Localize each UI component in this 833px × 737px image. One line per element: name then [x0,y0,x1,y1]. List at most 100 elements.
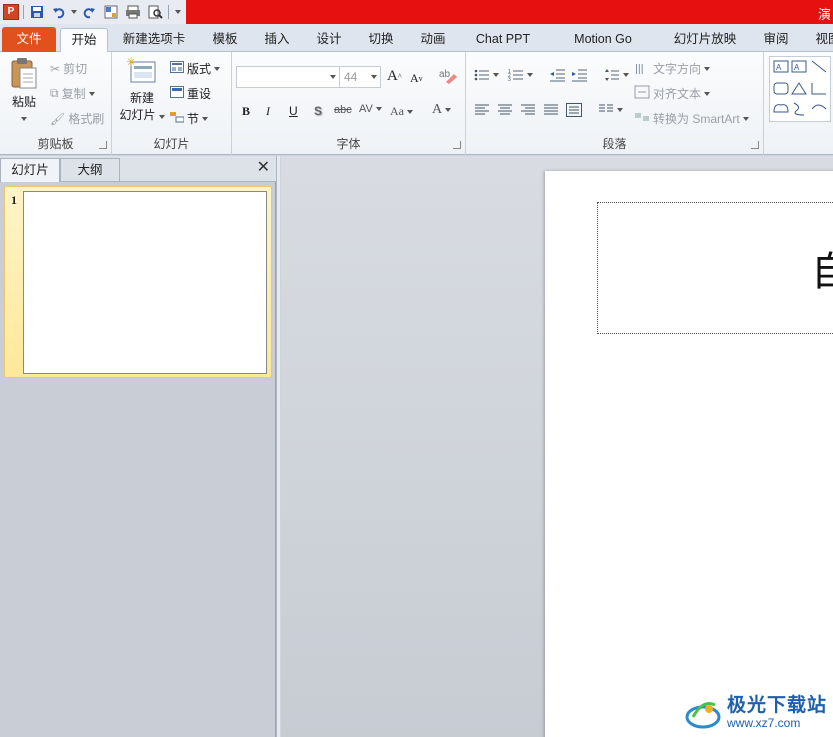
pane-tabs: 幻灯片 大纲 ✕ [0,156,276,182]
tab-chat-ppt[interactable]: Chat PPT [470,28,536,52]
scissors-icon: ✂ [50,61,61,76]
section-button[interactable]: 节 [170,110,209,127]
numbering-button[interactable]: 123 [508,68,533,82]
grow-font-button[interactable]: A ^ [387,68,402,85]
convert-smartart-button[interactable]: 转换为 SmartArt [634,110,749,127]
undo-dropdown-icon[interactable] [68,3,77,21]
bold-button[interactable]: B [242,104,250,119]
paste-button[interactable]: 粘贴 [6,56,42,121]
tab-new-tab[interactable]: 新建选项卡 [116,28,192,52]
align-center-icon[interactable] [497,104,513,116]
slide-canvas[interactable]: 自 [545,171,833,737]
svg-text:A: A [776,63,782,72]
pane-splitter[interactable] [276,156,280,737]
watermark-logo-icon [685,702,721,729]
tab-view[interactable]: 视图 [808,28,833,52]
group-slides: ✳ 新建 幻灯片 版式 重设 节 幻灯片 [112,52,232,155]
layout-button[interactable]: 版式 [170,60,221,77]
shapes-gallery[interactable]: A A [769,56,831,122]
group-clipboard: 粘贴 ✂ 剪切 ⧉ 复制 🖌 格式刷 剪贴板 [0,52,112,155]
save-icon[interactable] [28,3,46,21]
powerpoint-app-icon[interactable]: P [3,4,19,20]
format-painter-label: 格式刷 [68,112,105,126]
align-text-button[interactable]: 对齐文本 [634,85,711,102]
reset-icon [170,86,184,101]
undo-icon[interactable] [50,3,68,21]
cut-button[interactable]: ✂ 剪切 [50,60,87,77]
line-spacing-button[interactable] [604,68,629,82]
ribbon-tabs: 文件 开始 新建选项卡 模板 插入 设计 切换 动画 Chat PPT Moti… [0,24,833,54]
slide-thumbnail-selected[interactable]: 1 [4,186,272,378]
slide-editor: 自 [281,156,833,737]
group-drawing: A A [766,52,833,155]
tab-outline-pane[interactable]: 大纲 [60,158,120,182]
print-icon[interactable] [124,3,142,21]
tab-file[interactable]: 文件 [2,27,56,52]
slide-title-text: 自 [811,249,833,295]
title-placeholder[interactable] [597,202,833,334]
convert-smartart-label: 转换为 SmartArt [653,112,740,126]
font-size-value: 44 [344,70,358,84]
watermark-url: www.xz7.com [726,716,801,730]
font-color-button[interactable]: A [432,102,452,118]
clear-formatting-icon[interactable]: ab [438,66,458,84]
group-font: 44 A ^ Av ab B I U S abc AV Aa A 字体 [232,52,466,155]
close-icon[interactable]: ✕ [257,160,270,176]
clipboard-dialog-launcher[interactable] [99,141,107,149]
decrease-indent-icon[interactable] [550,68,566,82]
tab-review[interactable]: 审阅 [756,28,796,52]
svg-text:ab: ab [439,69,451,80]
layout-icon[interactable] [102,3,120,21]
print-preview-icon[interactable] [146,3,164,21]
font-color-label: A [432,102,443,117]
new-slide-button[interactable]: ✳ 新建 幻灯片 [118,55,166,123]
align-right-icon[interactable] [520,104,536,116]
shrink-font-button[interactable]: Av [410,71,423,86]
tab-home[interactable]: 开始 [60,28,108,54]
paragraph-dialog-launcher[interactable] [751,141,759,149]
text-direction-button[interactable]: ||| 文字方向 [634,60,711,77]
strikethrough-button[interactable]: abc [334,104,352,116]
tab-slideshow[interactable]: 幻灯片放映 [668,28,742,52]
tab-transitions[interactable]: 切换 [360,28,402,52]
reset-button[interactable]: 重设 [170,85,211,102]
bullets-button[interactable] [474,68,499,82]
columns-button[interactable] [598,104,623,116]
increase-indent-icon[interactable] [572,68,588,82]
justify-icon[interactable] [543,104,559,116]
tab-design[interactable]: 设计 [308,28,350,52]
slide-thumbnail[interactable] [23,191,267,374]
tab-motion-go[interactable]: Motion Go [562,28,644,52]
change-case-button[interactable]: Aa [390,104,413,119]
svg-text:✳: ✳ [126,56,136,69]
tab-insert[interactable]: 插入 [256,28,298,52]
align-left-icon[interactable] [474,104,490,116]
tab-animations[interactable]: 动画 [412,28,454,52]
tab-templates[interactable]: 模板 [204,28,246,52]
redo-icon[interactable] [80,3,98,21]
numbering-icon: 123 [508,69,523,82]
layout-icon [170,61,184,76]
cut-label: 剪切 [63,62,88,76]
distributed-icon[interactable] [566,103,582,117]
copy-button[interactable]: ⧉ 复制 [50,85,95,102]
copy-icon: ⧉ [50,86,59,100]
customize-toolbar-icon[interactable] [173,3,183,21]
character-spacing-button[interactable]: AV [359,103,382,115]
text-direction-label: 文字方向 [653,62,702,76]
character-spacing-label: AV [359,103,373,115]
section-icon [170,111,185,126]
format-painter-icon: 🖌 [50,111,66,126]
font-name-combobox[interactable] [236,66,340,88]
group-label-clipboard: 剪贴板 [37,137,74,151]
font-size-combobox[interactable]: 44 [339,66,381,88]
font-dialog-launcher[interactable] [453,141,461,149]
columns-icon [599,104,613,112]
shadow-button[interactable]: S [314,104,322,118]
line-spacing-icon [605,69,619,81]
underline-button[interactable]: U [289,104,298,118]
format-painter-button[interactable]: 🖌 格式刷 [50,110,104,127]
italic-button[interactable]: I [266,104,270,119]
shapes-gallery-icons: A A [773,60,827,116]
tab-slides-pane[interactable]: 幻灯片 [0,158,60,182]
